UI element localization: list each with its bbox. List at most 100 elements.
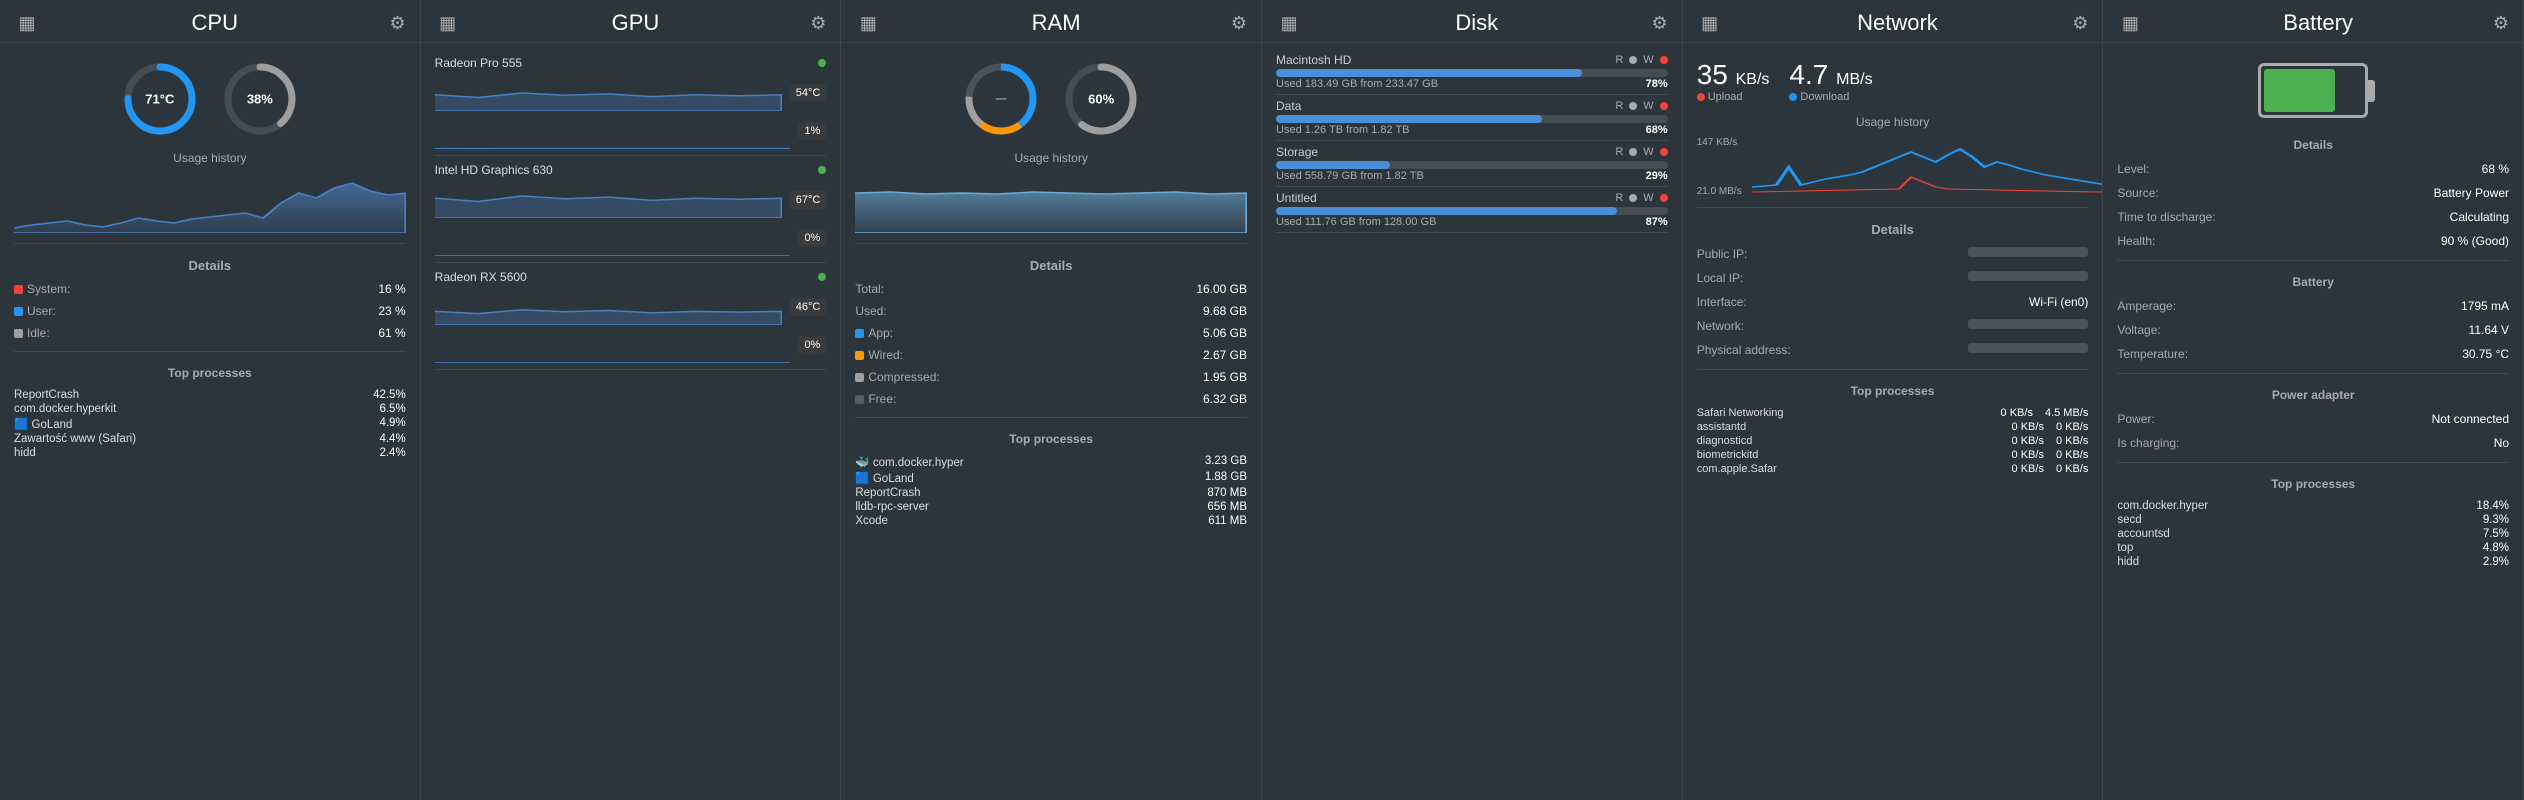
battery-gear-icon[interactable]: ⚙ (2493, 13, 2509, 34)
list-item: 🟦 GoLand4.9% (14, 416, 406, 432)
batt-voltage-value: 11.64 V (2469, 323, 2509, 337)
gpu-header: ▦ GPU ⚙ (421, 0, 841, 43)
cpu-usage-label: 38% (247, 92, 273, 107)
cpu-usage-gauge: 38% (220, 59, 300, 139)
ram-processes-list: 🐳 com.docker.hyper3.23 GB🟦 GoLand1.88 GB… (855, 454, 1247, 528)
list-item: diagnosticd 0 KB/s 0 KB/s (1697, 434, 2089, 448)
batt-power-label: Power: (2117, 412, 2154, 426)
list-item: hidd2.9% (2117, 555, 2509, 569)
disk-title: Disk (1302, 10, 1652, 36)
net-interface-value: Wi-Fi (en0) (2029, 295, 2088, 309)
disk-volumes-list: Macintosh HD R W Used 183.49 GB from 233… (1276, 53, 1668, 237)
gpu-temp-badge: 0% (798, 336, 826, 354)
net-public-ip-label: Public IP: (1697, 247, 1748, 261)
disk-panel: ▦ Disk ⚙ Macintosh HD R W Used 183.49 GB… (1262, 0, 1683, 800)
battery-adapter-section: Power adapter (2117, 388, 2509, 402)
batt-divider-3 (2117, 462, 2509, 463)
ram-history-label: Usage history (855, 151, 1247, 165)
gpu-temp-badge: 54°C (790, 84, 827, 102)
network-stats-row: 35 KB/s Upload 4.7 MB/s Download (1697, 53, 2089, 109)
net-local-ip-bar (1968, 271, 2088, 281)
batt-processes-list: com.docker.hyper18.4%secd9.3%accountsd7.… (2117, 499, 2509, 569)
cpu-header: ▦ CPU ⚙ (0, 0, 420, 43)
ram-gear-icon[interactable]: ⚙ (1231, 13, 1247, 34)
batt-source-row: Source: Battery Power (2117, 184, 2509, 202)
ram-usage-label: 60% (1088, 92, 1114, 107)
batt-amperage-row: Amperage: 1795 mA (2117, 297, 2509, 315)
ram-wired-row: Wired: 2.67 GB (855, 347, 1247, 363)
cpu-gear-icon[interactable]: ⚙ (390, 13, 406, 34)
network-chart-icon: ▦ (1697, 10, 1723, 36)
ram-wired-value: 2.67 GB (1203, 348, 1247, 362)
batt-charging-label: Is charging: (2117, 436, 2179, 450)
ram-header: ▦ RAM ⚙ (841, 0, 1261, 43)
net-network-label: Network: (1697, 319, 1744, 333)
net-y-max: 147 KB/s (1697, 137, 1738, 148)
net-network-row: Network: (1697, 317, 2089, 335)
net-divider-1 (1697, 207, 2089, 208)
download-dot (1789, 93, 1797, 101)
disk-bar-fill (1276, 207, 1617, 215)
list-item: top4.8% (2117, 541, 2509, 555)
net-processes-list: Safari Networking 0 KB/s 4.5 MB/s assist… (1697, 406, 2089, 476)
upload-stat: 35 KB/s Upload (1697, 59, 1770, 103)
ram-app-label: App: (855, 326, 893, 340)
network-panel: ▦ Network ⚙ 35 KB/s Upload 4.7 MB/s Down… (1683, 0, 2104, 800)
battery-icon-wrap (2117, 53, 2509, 128)
batt-level-value: 68 % (2482, 162, 2509, 176)
gpu-temp-badge: 46°C (790, 298, 827, 316)
list-item: secd9.3% (2117, 513, 2509, 527)
ram-free-label: Free: (855, 392, 896, 406)
network-history-label: Usage history (1697, 115, 2089, 129)
gpu-body: Radeon Pro 555 54°C (421, 43, 841, 800)
gpu-sparkline (435, 182, 782, 218)
cpu-temp-label: 71°C (145, 92, 174, 107)
disk-bar-bg (1276, 69, 1668, 77)
net-top-processes-label: Top processes (1697, 384, 2089, 398)
list-item: Safari Networking 0 KB/s 4.5 MB/s (1697, 406, 2089, 420)
batt-voltage-row: Voltage: 11.64 V (2117, 321, 2509, 339)
user-dot (14, 307, 23, 316)
net-physical-row: Physical address: (1697, 341, 2089, 359)
disk-bar-bg (1276, 161, 1668, 169)
net-physical-bar (1968, 343, 2088, 353)
read-dot (1629, 56, 1637, 64)
cpu-panel: ▦ CPU ⚙ 71°C 38% Usage history (0, 0, 421, 800)
list-item: lldb-rpc-server656 MB (855, 500, 1247, 514)
gpu-card: Radeon RX 5600 46°C (435, 267, 827, 374)
battery-battery-section: Battery (2117, 275, 2509, 289)
read-dot (1629, 194, 1637, 202)
batt-voltage-label: Voltage: (2117, 323, 2160, 337)
active-dot (818, 273, 826, 281)
disk-header: ▦ Disk ⚙ (1262, 0, 1682, 43)
cpu-body: 71°C 38% Usage history (0, 43, 420, 800)
ram-used-label: Used: (855, 304, 886, 318)
cpu-sparkline (14, 173, 406, 233)
network-gear-icon[interactable]: ⚙ (2072, 13, 2088, 34)
active-dot (818, 59, 826, 67)
disk-bar-bg (1276, 115, 1668, 123)
batt-discharge-value: Calculating (2450, 210, 2509, 224)
batt-power-value: Not connected (2432, 412, 2509, 426)
ram-used-row: Used: 9.68 GB (855, 303, 1247, 319)
ram-app-value: 5.06 GB (1203, 326, 1247, 340)
ram-free-row: Free: 6.32 GB (855, 391, 1247, 407)
upload-label: Upload (1697, 91, 1770, 103)
cpu-chart-icon: ▦ (14, 10, 40, 36)
gpu-title: GPU (461, 10, 811, 36)
disk-gear-icon[interactable]: ⚙ (1652, 13, 1668, 34)
ram-chart-icon: ▦ (855, 10, 881, 36)
net-public-ip-row: Public IP: (1697, 245, 2089, 263)
network-title: Network (1723, 10, 2073, 36)
cpu-idle-row: Idle: 61 % (14, 325, 406, 341)
ram-divider-1 (855, 243, 1247, 244)
batt-source-value: Battery Power (2434, 186, 2509, 200)
ram-title: RAM (881, 10, 1231, 36)
ram-top-processes-label: Top processes (855, 432, 1247, 446)
batt-health-label: Health: (2117, 234, 2155, 248)
disk-volume: Macintosh HD R W Used 183.49 GB from 233… (1276, 53, 1668, 90)
gpu-gear-icon[interactable]: ⚙ (810, 13, 826, 34)
download-value: 4.7 MB/s (1789, 59, 1872, 91)
read-dot (1629, 148, 1637, 156)
list-item: hidd2.4% (14, 446, 406, 460)
